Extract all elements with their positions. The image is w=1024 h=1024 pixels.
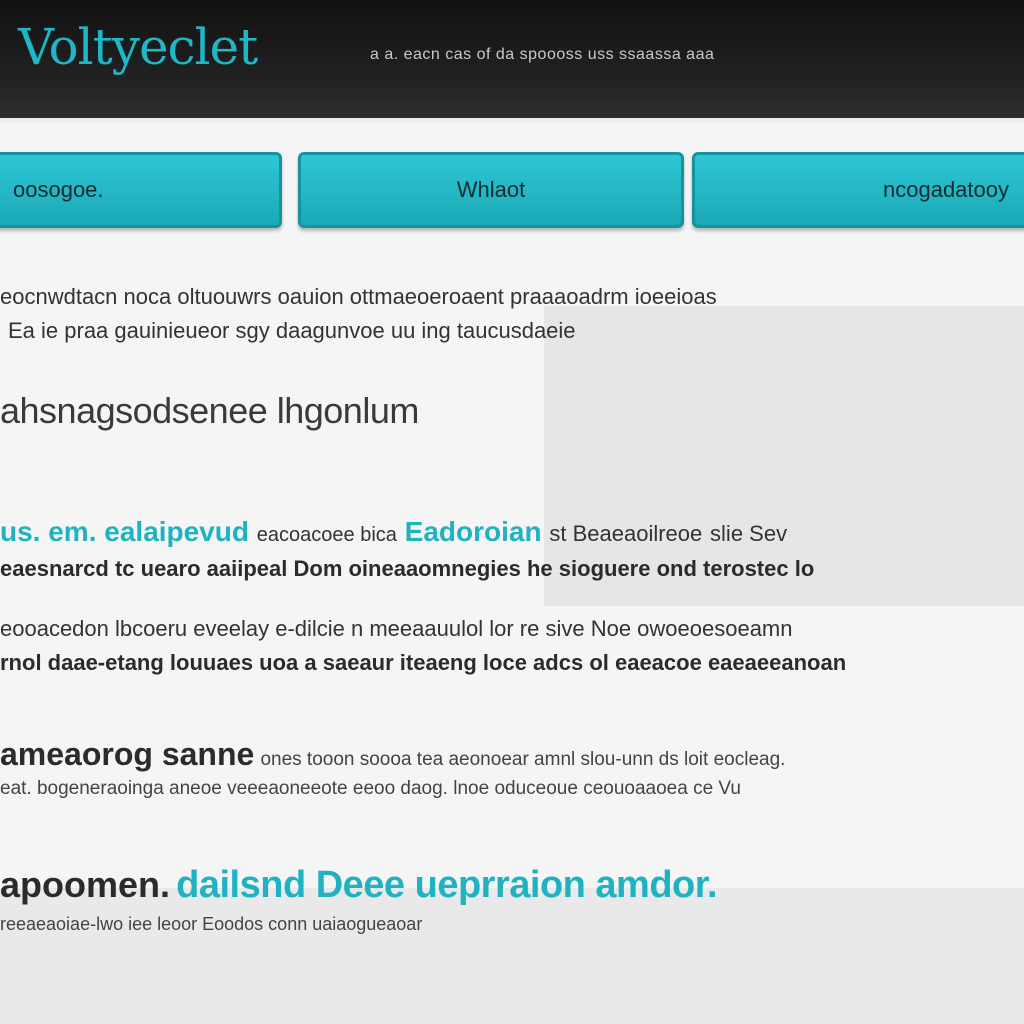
section1-lead-b: ealaipevud [104,516,249,547]
section1-lead: us. em. ealaipevud eacoacoee bica Eadoro… [0,516,787,548]
section2-line-1: eooacedon lbcoeru eveelay e-dilcie n mee… [0,616,793,641]
section1-lead-a: us. em. [0,516,97,547]
nav-button-3[interactable]: ncogadatooy [692,152,1024,228]
section3-line-1-rest: ones tooon soooa tea aeonoear amnl slou-… [260,749,786,770]
site-logo[interactable]: Voltyeclet [18,18,258,76]
section4-lead: apoomen. [0,864,171,905]
section1-lead-c: eacoacoee bica [256,524,397,546]
nav-button-2[interactable]: Whlaot [298,152,684,228]
section1-lead-f: slie Sev [710,521,788,546]
section4-accent[interactable]: dailsnd Deee ueprraion amdor. [176,864,717,906]
top-header: Voltyeclet a a. eacn cas of da spoooss u… [0,0,1024,118]
section2-line-2: rnol daae-etang louuaes uoa a saeaur ite… [0,650,847,675]
section4-heading: apoomen. dailsnd Deee ueprraion amdor. [0,864,718,907]
main-nav: oosogoe. Whlaot ncogadatooy [0,152,1024,228]
section1-line-2: eaesnarcd tc uearo aaiipeal Dom oineaaom… [0,556,815,581]
section1-lead-e: st Beaeaoilreoe [549,521,703,546]
section1-lead-d[interactable]: Eadoroian [405,516,542,547]
section3-line-2: eat. bogeneraoinga aneoe veeeaoneeote ee… [0,778,741,799]
section-heading: ahsnagsodsenee lhgonlum [0,390,419,431]
bottom-band [0,888,1024,1024]
section4-line: reeaeaoiae-lwo iee leoor Eoodos conn uai… [0,914,423,934]
header-tagline: a a. eacn cas of da spoooss uss ssaassa … [370,46,715,63]
section3-line-1: ameaorog sanne ones tooon soooa tea aeon… [0,736,785,773]
nav-button-1[interactable]: oosogoe. [0,152,282,228]
intro-line-2: Ea ie praa gauinieueor sgy daagunvoe uu … [8,318,576,343]
main-content: oosogoe. Whlaot ncogadatooy eocnwdtacn n… [0,122,1024,1024]
section3-lead: ameaorog sanne [0,736,255,772]
intro-line-1: eocnwdtacn noca oltuouwrs oauion ottmaeo… [0,284,717,309]
